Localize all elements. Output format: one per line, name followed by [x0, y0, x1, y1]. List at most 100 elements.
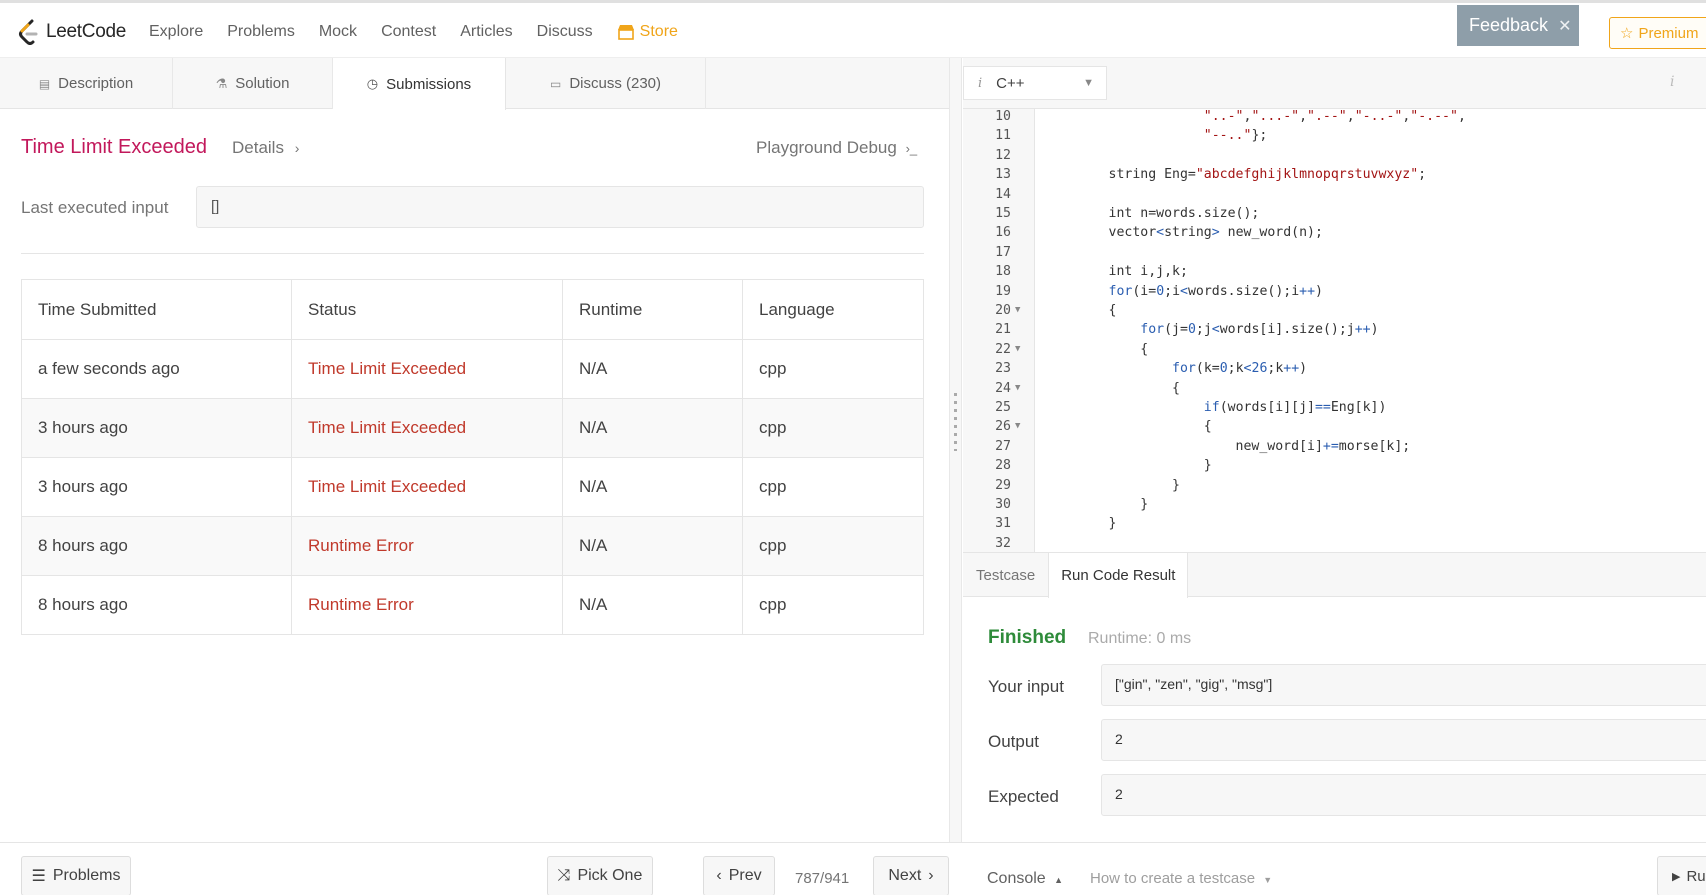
nav-store[interactable]: Store — [617, 23, 678, 41]
line-number: 13 — [995, 167, 1011, 183]
problem-tabs: ▤ Description ⚗ Solution ◷ Submissions ▭… — [0, 58, 949, 110]
code-text: { — [1045, 380, 1180, 396]
code-line: 16 vector<string> new_word(n); — [963, 223, 1706, 242]
line-number: 17 — [995, 244, 1011, 260]
code-text: } — [1045, 497, 1149, 512]
pick-one-button[interactable]: ⤨ Pick One — [547, 856, 653, 895]
nav-articles[interactable]: Articles — [460, 23, 512, 41]
code-text: new_word[i]+=morse[k]; — [1045, 438, 1411, 454]
code-line: 27 new_word[i]+=morse[k]; — [963, 437, 1706, 456]
cell-status-link[interactable]: Runtime Error — [291, 516, 563, 576]
language-select[interactable]: i C++ ▼ — [963, 66, 1107, 100]
store-icon — [617, 25, 634, 40]
code-line: 24 ▼ { — [963, 379, 1706, 398]
playground-debug-link[interactable]: Playground Debug ›_ — [756, 138, 917, 158]
feedback-label: Feedback — [1469, 15, 1549, 35]
panel-splitter[interactable] — [949, 58, 962, 842]
info-icon: i — [978, 75, 983, 91]
line-number: 23 — [995, 361, 1011, 377]
run-code-button[interactable]: ▶ Ru — [1657, 856, 1706, 895]
tab-testcase[interactable]: Testcase — [963, 553, 1048, 598]
code-text: "--.."}; — [1203, 128, 1268, 144]
store-label: Store — [639, 23, 678, 40]
line-number: 28 — [995, 458, 1011, 474]
tab-submissions[interactable]: ◷ Submissions — [333, 58, 506, 110]
close-icon[interactable]: ✕ — [1558, 16, 1571, 36]
line-number: 12 — [995, 147, 1011, 163]
cell-status-link[interactable]: Time Limit Exceeded — [291, 457, 563, 517]
top-navbar: LeetCode Explore Problems Mock Contest A… — [0, 0, 1706, 58]
cell-time: 8 hours ago — [21, 575, 292, 635]
nav-contest[interactable]: Contest — [381, 23, 436, 41]
line-number: 22 — [995, 341, 1011, 357]
output-value: 2 — [1101, 719, 1706, 761]
line-number: 19 — [995, 283, 1011, 299]
feedback-button[interactable]: Feedback ✕ — [1457, 5, 1579, 46]
cell-status-link[interactable]: Time Limit Exceeded — [291, 398, 563, 458]
tab-solution[interactable]: ⚗ Solution — [173, 58, 333, 109]
tab-discuss-label: Discuss (230) — [569, 75, 662, 92]
table-header-row: Time Submitted Status Runtime Language — [21, 279, 924, 340]
comment-icon: ▭ — [549, 76, 562, 91]
line-number: 11 — [995, 128, 1011, 144]
fold-toggle-icon[interactable]: ▼ — [1015, 417, 1020, 436]
code-line: 26 ▼ { — [963, 417, 1706, 436]
leetcode-logo[interactable]: LeetCode — [18, 17, 126, 47]
cell-language: cpp — [742, 398, 924, 458]
nav-mock[interactable]: Mock — [319, 23, 357, 41]
code-text: "..-","...-",".--","-..-","-.--", — [1203, 109, 1466, 124]
code-text: int n=words.size(); — [1045, 206, 1260, 221]
how-to-testcase-link[interactable]: How to create a testcase ▼ — [1090, 870, 1272, 887]
expected-value: 2 — [1101, 774, 1706, 816]
problem-pager: 787/941 — [795, 870, 850, 887]
submissions-table: Time Submitted Status Runtime Language a… — [21, 279, 924, 635]
cell-status-link[interactable]: Runtime Error — [291, 575, 563, 635]
nav-discuss[interactable]: Discuss — [537, 23, 593, 41]
line-number: 26 — [995, 419, 1011, 435]
logo-text: LeetCode — [46, 21, 127, 42]
fold-toggle-icon[interactable]: ▼ — [1015, 301, 1020, 320]
code-text: } — [1045, 458, 1212, 474]
line-number: 18 — [995, 264, 1011, 280]
code-line: 21 for(j=0;j<words[i].size();j++) — [963, 320, 1706, 339]
fold-toggle-icon[interactable]: ▼ — [1015, 379, 1020, 398]
code-editor[interactable]: 10 "..-","...-",".--","-..-","-.--", 11 "… — [963, 109, 1706, 552]
code-text: string Eng="abcdefghijklmnopqrstuvwxyz"; — [1045, 167, 1427, 183]
line-number: 24 — [995, 380, 1011, 396]
prev-label: Prev — [728, 867, 762, 884]
prev-button[interactable]: ‹ Prev — [703, 856, 775, 895]
code-line: 17 — [963, 243, 1706, 262]
last-executed-input-value: [] — [196, 186, 924, 228]
bottom-bar: ☰ Problems ⤨ Pick One ‹ Prev 787/941 Nex… — [0, 842, 1706, 895]
caret-down-icon: ▼ — [1083, 77, 1094, 89]
left-panel: ▤ Description ⚗ Solution ◷ Submissions ▭… — [0, 58, 949, 842]
next-button[interactable]: Next › — [873, 856, 949, 895]
drag-handle-icon[interactable] — [954, 393, 957, 451]
fold-toggle-icon[interactable]: ▼ — [1015, 340, 1020, 359]
code-line: 25 if(words[i][j]==Eng[k]) — [963, 398, 1706, 417]
premium-label: Premium — [1638, 24, 1699, 42]
line-number: 21 — [995, 322, 1011, 338]
your-input-label: Your input — [988, 677, 1064, 696]
tab-submissions-label: Submissions — [386, 75, 472, 93]
header-time: Time Submitted — [21, 279, 292, 340]
info-icon[interactable]: i — [1670, 74, 1674, 90]
nav-problems[interactable]: Problems — [227, 23, 295, 41]
premium-button[interactable]: ☆ Premium — [1609, 17, 1706, 49]
code-text: } — [1045, 477, 1180, 493]
cell-time: 8 hours ago — [21, 516, 292, 576]
tab-discuss[interactable]: ▭ Discuss (230) — [506, 58, 706, 109]
details-link[interactable]: Details › — [232, 138, 299, 158]
code-line: 14 — [963, 185, 1706, 204]
cell-status-link[interactable]: Time Limit Exceeded — [291, 339, 563, 399]
description-icon: ▤ — [38, 76, 51, 91]
tab-run-code-result[interactable]: Run Code Result — [1048, 553, 1189, 598]
play-icon: ▶ — [1672, 870, 1681, 883]
nav-explore[interactable]: Explore — [149, 23, 203, 41]
table-row: 3 hours ago Time Limit Exceeded N/A cpp — [21, 398, 924, 458]
code-text: } — [1045, 516, 1117, 532]
console-toggle[interactable]: Console ▲ — [987, 870, 1063, 888]
code-line: 32 — [963, 534, 1706, 552]
tab-description[interactable]: ▤ Description — [0, 58, 173, 109]
problems-button[interactable]: ☰ Problems — [21, 856, 131, 895]
